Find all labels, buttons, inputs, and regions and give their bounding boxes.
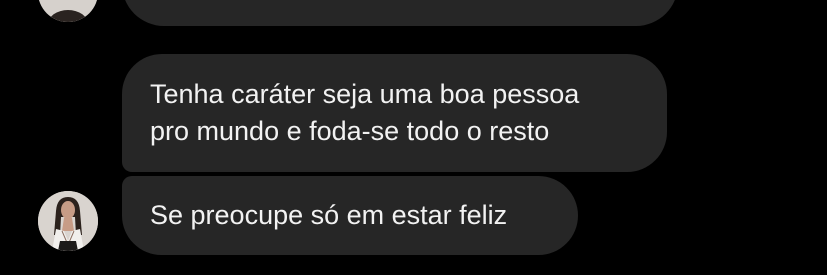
sender-avatar[interactable] <box>38 191 98 251</box>
message-bubble-previous[interactable] <box>122 0 678 26</box>
message-bubble[interactable]: Tenha caráter seja uma boa pessoa pro mu… <box>122 54 667 172</box>
profile-photo-icon <box>38 0 98 22</box>
message-bubble[interactable]: Se preocupe só em estar feliz <box>122 176 578 255</box>
message-text: Se preocupe só em estar feliz <box>150 200 508 230</box>
message-text: Tenha caráter seja uma boa pessoa pro mu… <box>150 79 580 146</box>
sender-avatar-previous[interactable] <box>38 0 98 22</box>
chat-thread: Tenha caráter seja uma boa pessoa pro mu… <box>0 0 827 275</box>
profile-photo-icon <box>38 191 98 251</box>
